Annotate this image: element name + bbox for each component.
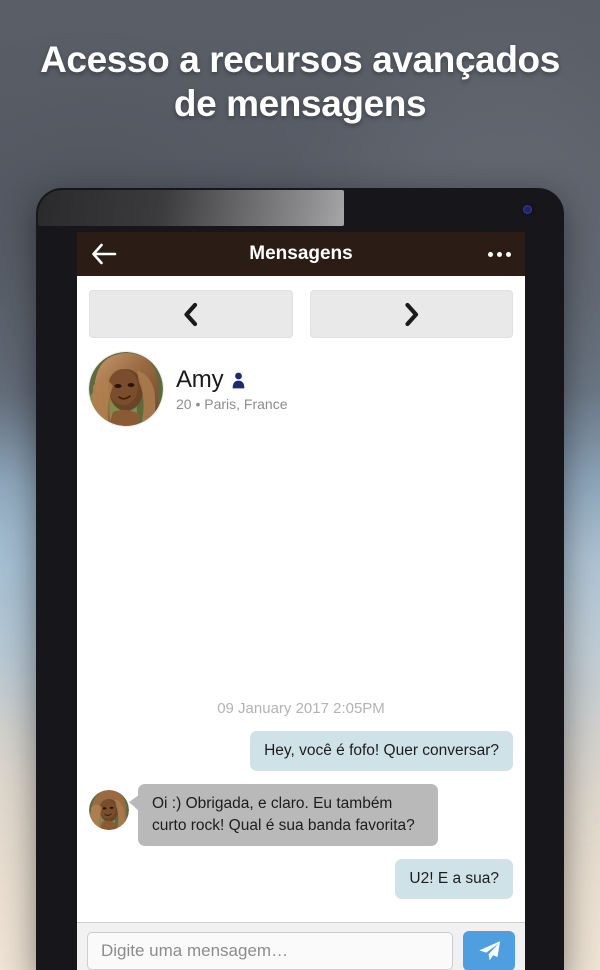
message-bubble-outgoing[interactable]: Hey, você é fofo! Quer conversar? xyxy=(250,731,513,771)
profile-meta: 20 • Paris, France xyxy=(176,396,288,412)
send-button[interactable] xyxy=(463,930,515,970)
prev-conversation-button[interactable] xyxy=(89,290,293,338)
overflow-menu-icon[interactable] xyxy=(488,251,511,257)
app-bar: Mensagens xyxy=(77,232,525,276)
avatar[interactable] xyxy=(89,352,163,426)
message-list: 09 January 2017 2:05PM Hey, você é fofo!… xyxy=(77,436,525,922)
overflow-dot xyxy=(506,251,511,257)
message-row: Hey, você é fofo! Quer conversar? xyxy=(89,731,513,771)
overflow-dot xyxy=(497,251,502,257)
overflow-dot xyxy=(488,251,493,257)
avatar[interactable] xyxy=(89,790,129,830)
profile-name-row: Amy xyxy=(176,366,288,394)
avatar-photo xyxy=(89,352,163,426)
message-bubble-outgoing[interactable]: U2! E a sua? xyxy=(395,859,513,899)
send-paper-plane-icon xyxy=(478,941,500,961)
message-input[interactable] xyxy=(87,931,453,970)
app-screen: Mensagens Amy 20 • Paris, France 09 Janu… xyxy=(77,232,525,970)
message-row: Oi :) Obrigada, e claro. Eu também curto… xyxy=(89,784,513,846)
profile-header[interactable]: Amy 20 • Paris, France xyxy=(77,344,525,436)
message-row: U2! E a sua? xyxy=(89,859,513,899)
device-camera-icon xyxy=(523,205,532,214)
device-frame: Mensagens Amy 20 • Paris, France 09 Janu… xyxy=(36,188,564,970)
device-speaker-band xyxy=(38,190,344,226)
message-composer xyxy=(77,922,525,970)
profile-name: Amy xyxy=(176,366,224,393)
page-title: Mensagens xyxy=(249,243,353,264)
conversation-nav-row xyxy=(77,276,525,344)
next-conversation-button[interactable] xyxy=(309,290,513,338)
chevron-right-icon xyxy=(405,302,418,326)
back-arrow-icon[interactable] xyxy=(91,243,117,265)
avatar-photo xyxy=(89,790,129,830)
promo-headline: Acesso a recursos avançados de mensagens xyxy=(40,39,560,124)
profile-text: Amy 20 • Paris, France xyxy=(176,366,288,412)
message-bubble-incoming[interactable]: Oi :) Obrigada, e claro. Eu também curto… xyxy=(129,784,438,846)
chevron-left-icon xyxy=(184,302,198,326)
user-badge-icon xyxy=(233,372,245,388)
message-timestamp: 09 January 2017 2:05PM xyxy=(217,700,385,717)
